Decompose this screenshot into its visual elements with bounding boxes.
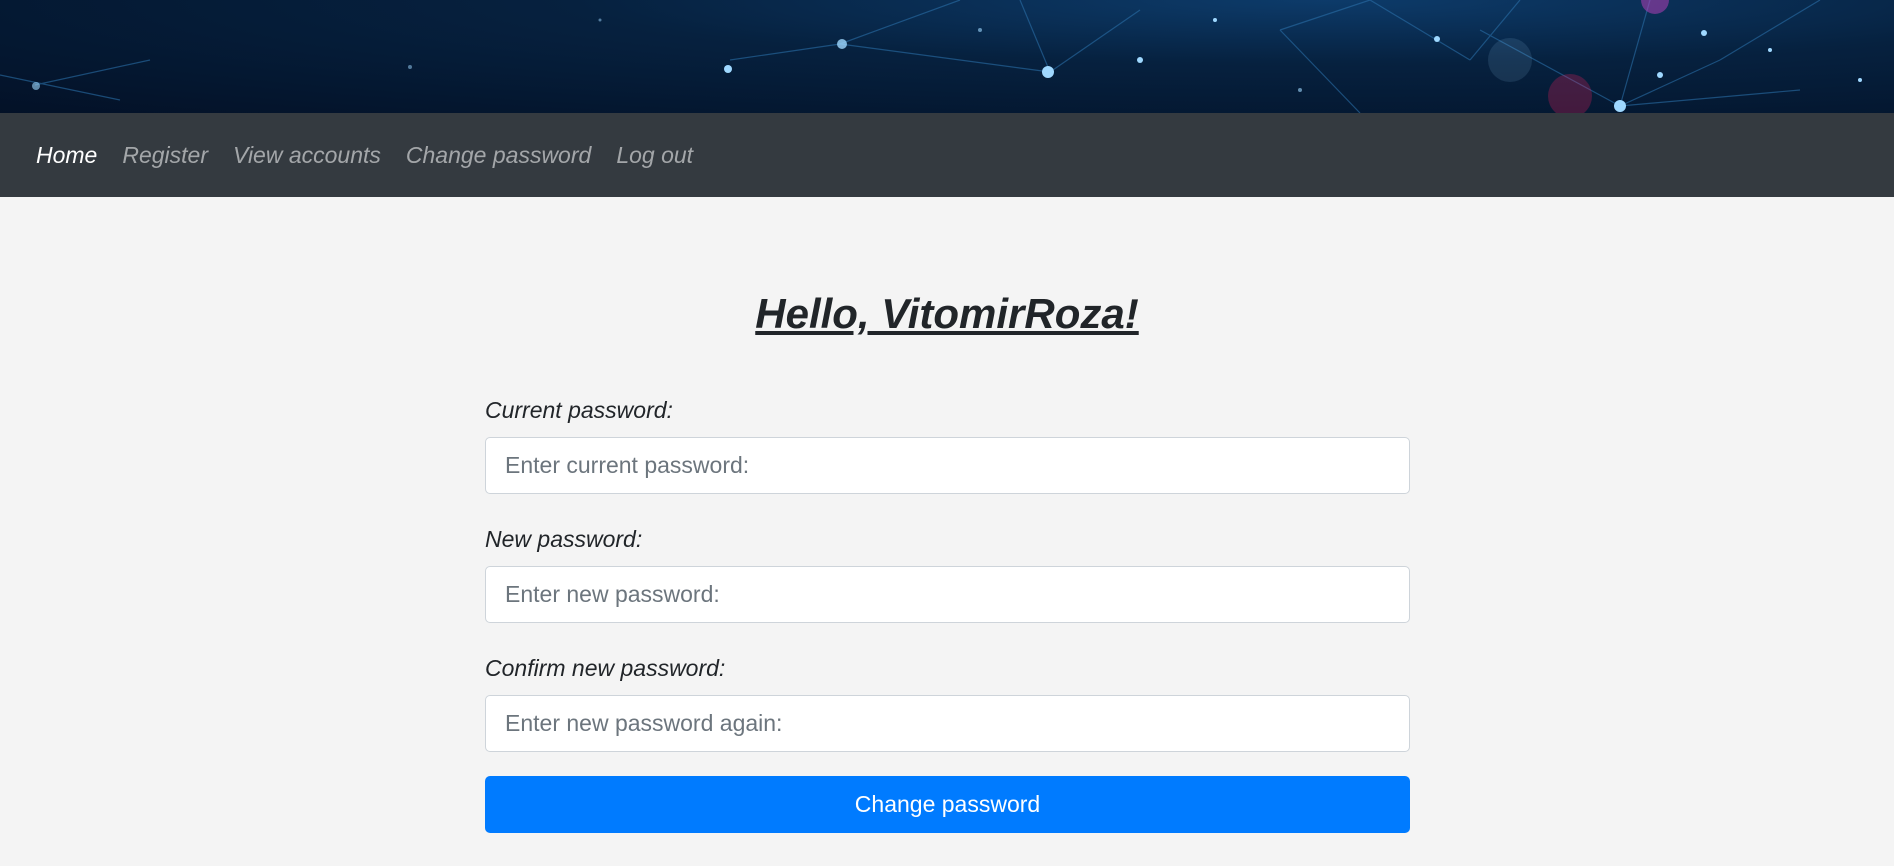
network-background-image bbox=[0, 0, 1862, 113]
current-password-label: Current password: bbox=[485, 397, 673, 423]
nav-logout-link[interactable]: Log out bbox=[616, 142, 693, 169]
change-password-form: Current password: New password: Confirm … bbox=[485, 394, 1410, 833]
new-password-input[interactable] bbox=[485, 566, 1410, 623]
main-navbar: Home Register View accounts Change passw… bbox=[0, 113, 1894, 197]
nav-change-password-link[interactable]: Change password bbox=[406, 142, 591, 169]
header-banner bbox=[0, 0, 1894, 113]
change-password-button[interactable]: Change password bbox=[485, 776, 1410, 833]
confirm-password-label: Confirm new password: bbox=[485, 655, 726, 681]
page-title: Hello, VitomirRoza! bbox=[755, 290, 1139, 337]
confirm-password-input[interactable] bbox=[485, 695, 1410, 752]
nav-view-accounts-link[interactable]: View accounts bbox=[233, 142, 381, 169]
nav-register-link[interactable]: Register bbox=[122, 142, 208, 169]
new-password-label: New password: bbox=[485, 526, 643, 552]
nav-home-link[interactable]: Home bbox=[36, 142, 97, 169]
current-password-input[interactable] bbox=[485, 437, 1410, 494]
main-content: Hello, VitomirRoza! Current password: Ne… bbox=[0, 197, 1894, 866]
